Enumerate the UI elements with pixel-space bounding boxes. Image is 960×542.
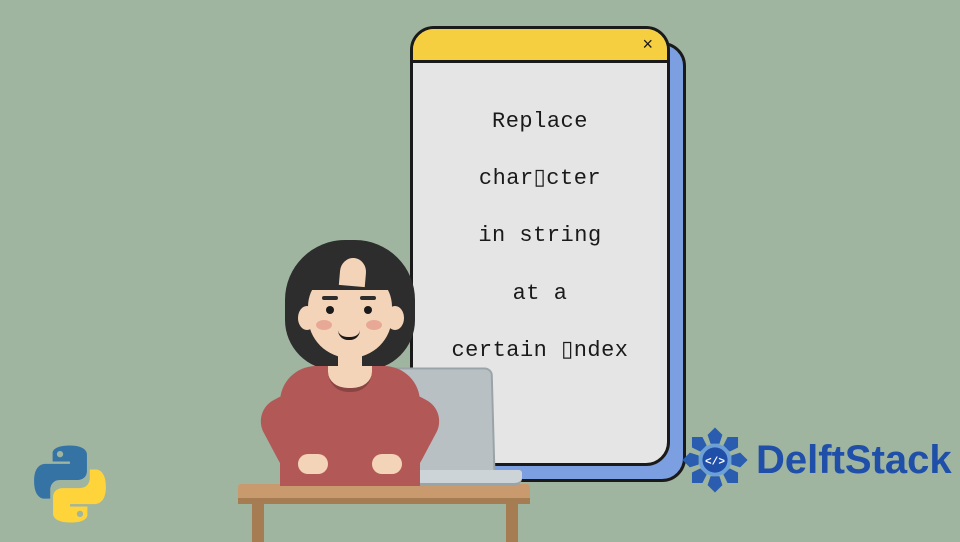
- delftstack-logo: </> DelftStack: [678, 423, 952, 497]
- close-icon: ×: [642, 34, 653, 55]
- python-logo-icon: [30, 444, 110, 524]
- person-illustration: [210, 228, 510, 508]
- delftstack-emblem-icon: </>: [678, 423, 752, 497]
- card-line-1: Replace: [431, 93, 649, 150]
- desk-leg: [506, 502, 518, 542]
- card-line-2: char▯cter: [431, 150, 649, 207]
- window-titlebar: ×: [413, 29, 667, 63]
- svg-text:</>: </>: [705, 456, 725, 468]
- delftstack-brand-text: DelftStack: [756, 438, 952, 483]
- desk-leg: [252, 502, 264, 542]
